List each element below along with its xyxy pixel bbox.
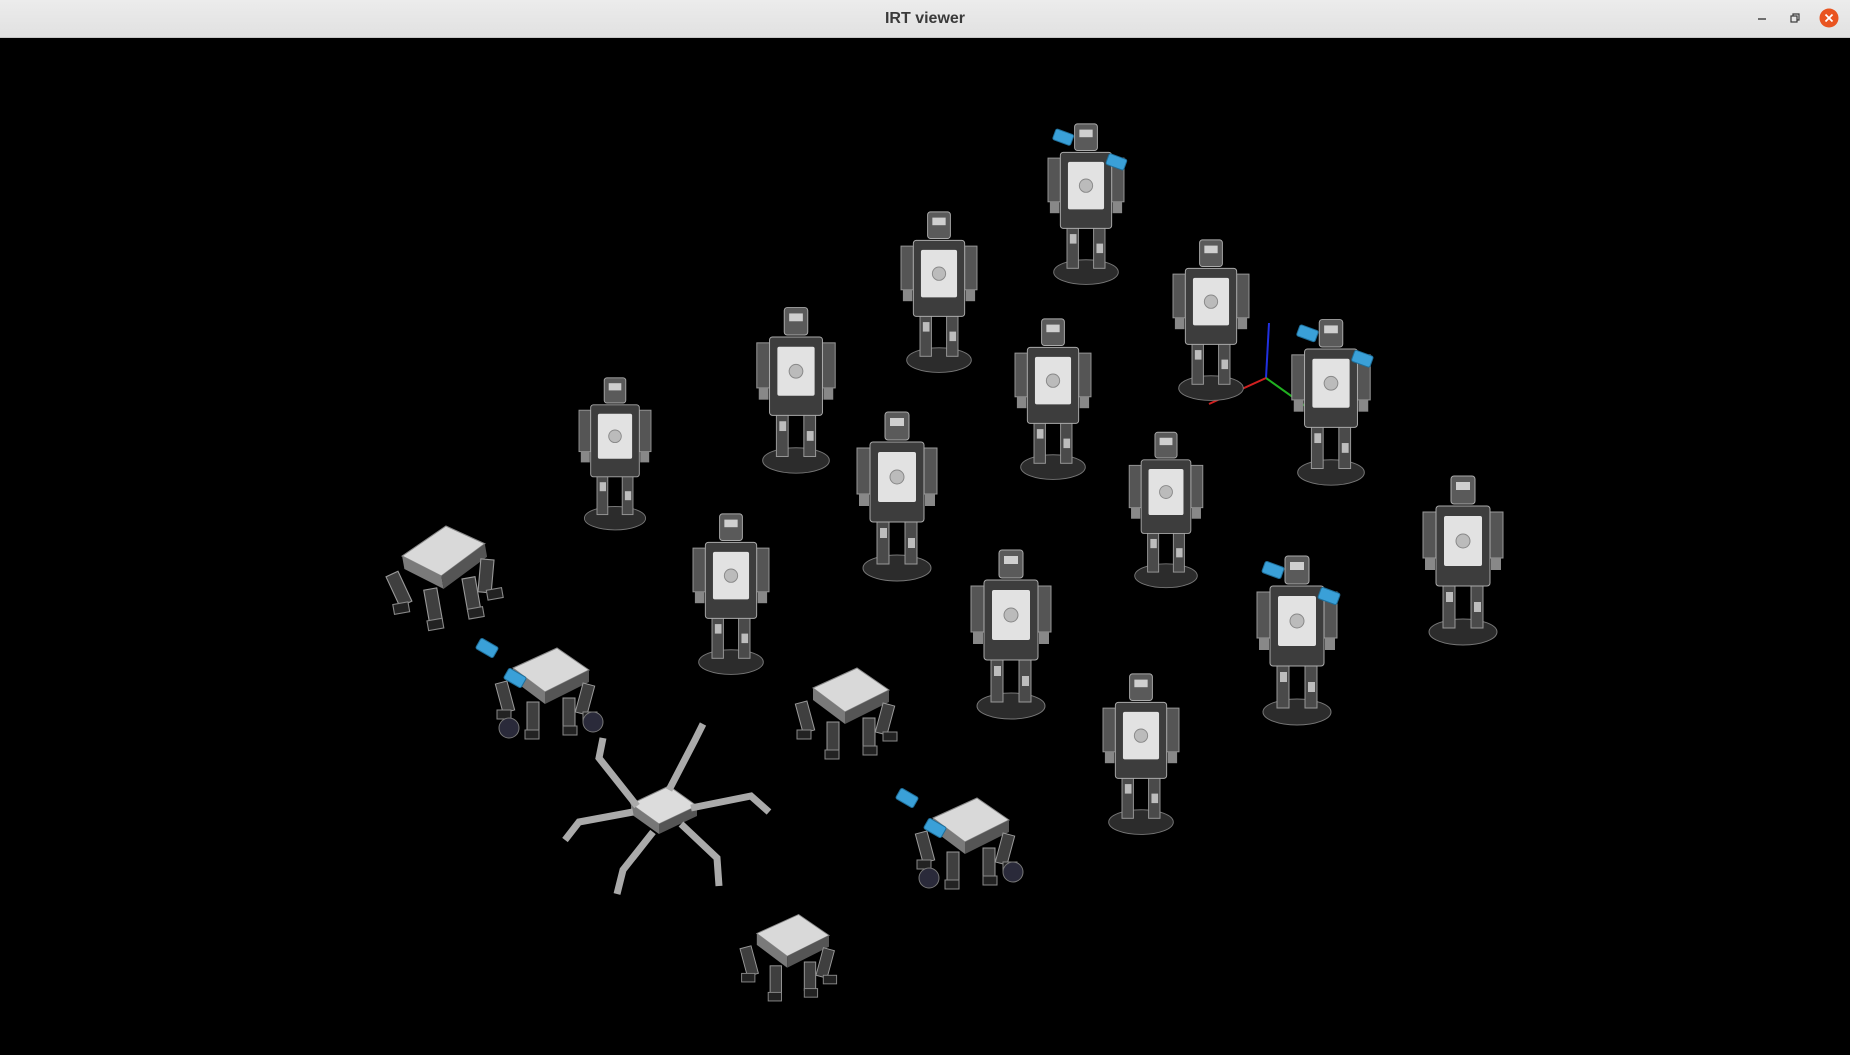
quadruped-robot-icon — [739, 914, 838, 1002]
quadruped-robot-icon — [794, 667, 898, 760]
humanoid-robot-icon — [1014, 318, 1092, 480]
humanoid-robot-icon — [1172, 239, 1250, 401]
window-titlebar[interactable]: IRT viewer — [0, 0, 1850, 38]
humanoid-robot-icon — [1257, 556, 1340, 725]
maximize-button[interactable] — [1785, 8, 1805, 28]
humanoid-robot-icon — [1292, 320, 1374, 486]
humanoid-robot-icon — [1422, 475, 1504, 646]
3d-viewport[interactable] — [1, 38, 1849, 1054]
close-button[interactable] — [1819, 8, 1839, 28]
humanoid-robot-icon — [756, 307, 836, 474]
hexapod-robot-icon — [565, 724, 769, 894]
humanoid-robot-icon — [856, 411, 938, 582]
restore-icon — [1790, 13, 1800, 23]
humanoid-robot-icon — [578, 377, 652, 531]
minimize-icon — [1758, 18, 1766, 20]
quadruped-robot-icon — [378, 517, 508, 637]
humanoid-robot-icon — [900, 211, 978, 373]
minimize-button[interactable] — [1752, 8, 1772, 28]
wheeled-robot-icon — [895, 788, 1023, 889]
wheeled-robot-icon — [475, 638, 603, 739]
humanoid-robot-icon — [692, 513, 770, 675]
humanoid-robot-icon — [1102, 673, 1180, 835]
robot-scene — [378, 38, 1504, 1002]
window-title: IRT viewer — [884, 10, 966, 27]
humanoid-robot-icon — [970, 549, 1052, 720]
humanoid-robot-icon — [1048, 124, 1127, 285]
humanoid-robot-icon — [1128, 431, 1204, 589]
close-icon — [1819, 8, 1839, 28]
